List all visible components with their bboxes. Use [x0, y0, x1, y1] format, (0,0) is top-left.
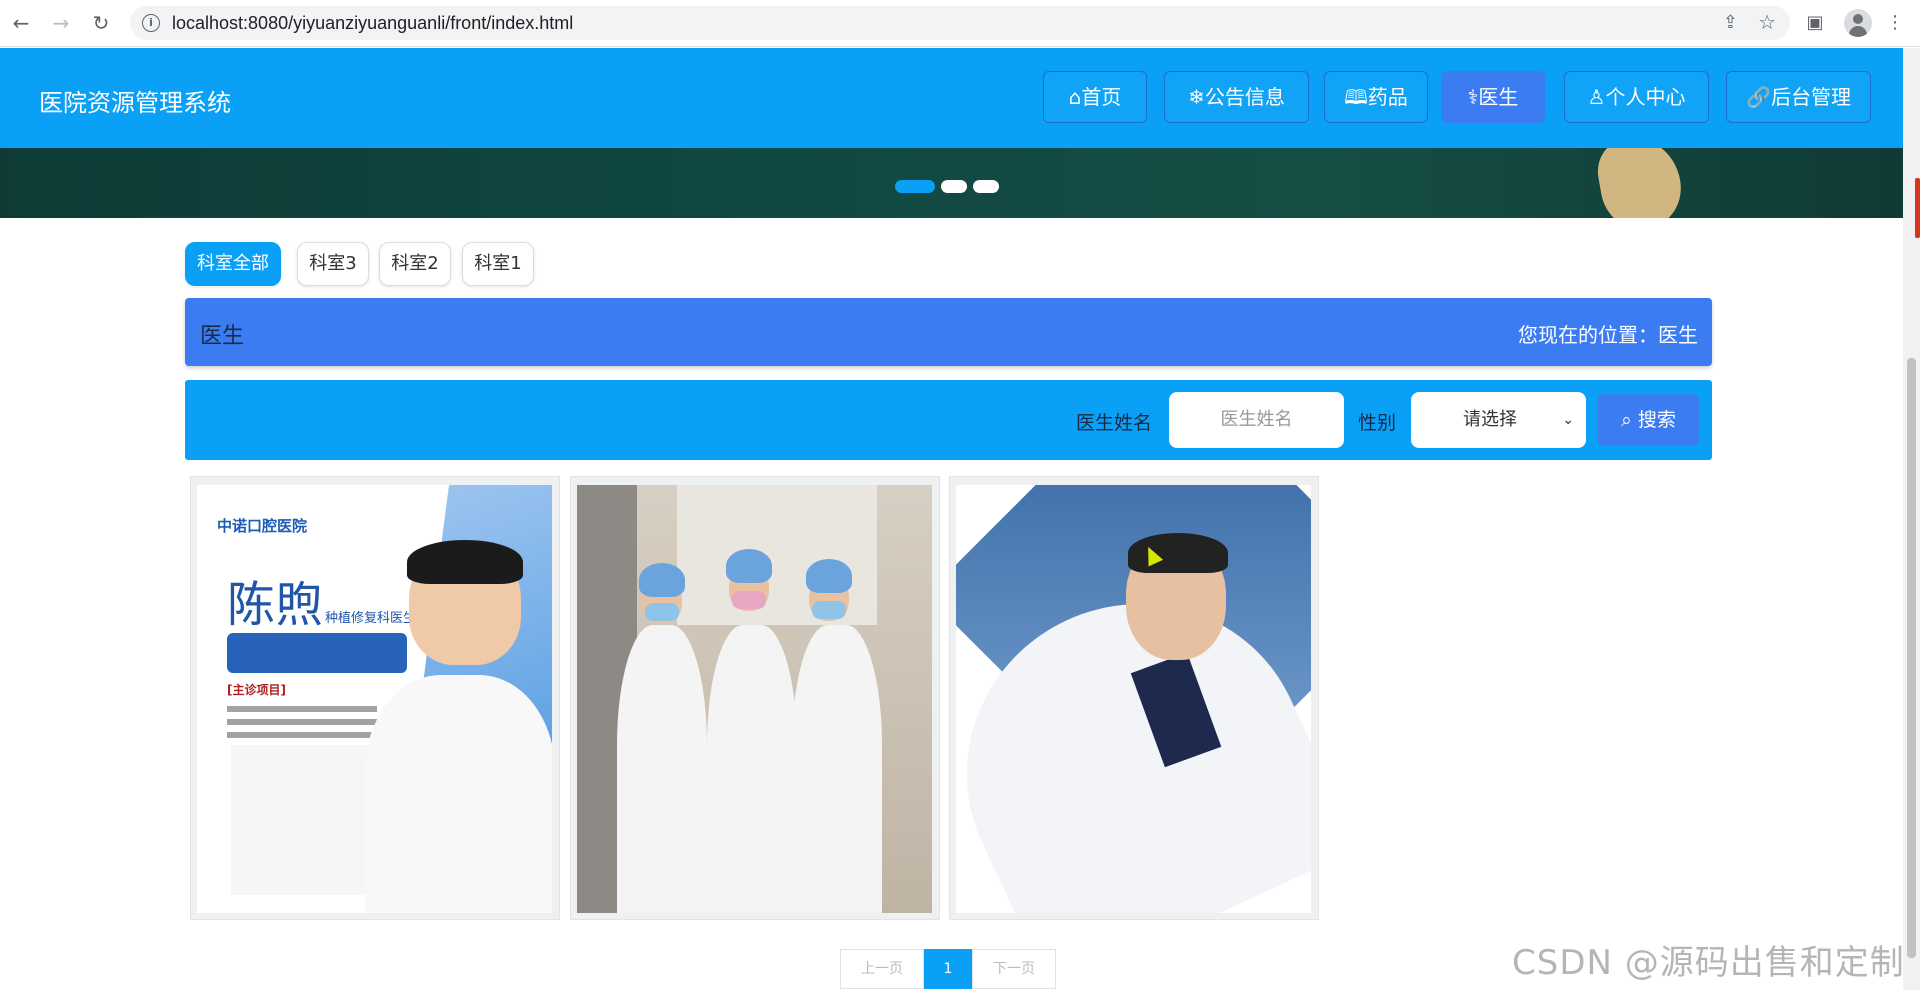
browser-toolbar: ← → ↻ i localhost:8080/yiyuanziyuanguanl…	[0, 0, 1920, 47]
nav-label: 医生	[1478, 85, 1519, 109]
nav-home[interactable]: ⌂首页	[1043, 71, 1147, 123]
search-icon: ⌕	[1621, 409, 1632, 431]
sidepanel-icon[interactable]: ▣	[1802, 10, 1828, 36]
filter-department-2[interactable]: 科室2	[379, 242, 451, 286]
doctor-card[interactable]	[570, 476, 940, 920]
nav-doctors[interactable]: ⚕医生	[1441, 71, 1545, 123]
nav-medicine[interactable]: 🕮药品	[1324, 71, 1428, 123]
search-bar: 医生姓名 医生姓名 性别 请选择 ⌄ ⌕ 搜索	[185, 380, 1712, 460]
nav-announcements[interactable]: ❄公告信息	[1164, 71, 1309, 123]
nav-admin[interactable]: 🔗后台管理	[1726, 71, 1871, 123]
filter-department-1[interactable]: 科室1	[462, 242, 534, 286]
filter-all-departments[interactable]: 科室全部	[185, 242, 281, 286]
breadcrumb: 您现在的位置：医生	[1518, 323, 1698, 347]
site-info-icon[interactable]: i	[142, 14, 160, 32]
nav-label: 公告信息	[1204, 85, 1285, 109]
carousel-dot-3[interactable]	[973, 180, 999, 193]
carousel-indicators	[895, 178, 1005, 193]
banner-decoration	[1592, 148, 1688, 218]
gender-select[interactable]: 请选择 ⌄	[1411, 392, 1586, 448]
carousel-dot-2[interactable]	[941, 180, 967, 193]
doctor-card[interactable]: 中诺口腔医院 陈煦 种植修复科医生 [主诊项目]	[190, 476, 560, 920]
gender-select-value: 请选择	[1463, 409, 1517, 430]
poster-doctor-role: 种植修复科医生	[325, 611, 417, 626]
hospital-logo: 中诺口腔医院	[217, 517, 308, 535]
search-button-label: 搜索	[1637, 409, 1676, 431]
doctor-name-label: 医生姓名	[1076, 412, 1153, 434]
carousel-dot-1[interactable]	[895, 180, 935, 193]
search-button[interactable]: ⌕ 搜索	[1598, 394, 1699, 446]
bookmark-star-icon[interactable]: ☆	[1758, 10, 1776, 34]
nav-label: 后台管理	[1770, 85, 1851, 109]
user-icon: ♙	[1587, 85, 1606, 109]
poster-doctor-name: 陈煦	[227, 577, 324, 633]
scrollbar-thumb[interactable]	[1907, 358, 1916, 958]
prev-page-button[interactable]: 上一页	[840, 949, 924, 989]
carousel-banner	[0, 148, 1903, 218]
reload-icon[interactable]: ↻	[88, 10, 114, 36]
nav-personal-center[interactable]: ♙个人中心	[1564, 71, 1709, 123]
site-title: 医院资源管理系统	[39, 89, 231, 117]
section-title: 医生	[200, 324, 245, 349]
forward-arrow-icon[interactable]: →	[48, 10, 74, 36]
profile-avatar-icon[interactable]	[1844, 9, 1872, 37]
snowflake-icon: ❄	[1188, 85, 1205, 109]
nav-label: 药品	[1367, 85, 1408, 109]
page-1-button[interactable]: 1	[924, 949, 972, 989]
doctor-name-input[interactable]: 医生姓名	[1169, 392, 1344, 448]
site-header: 医院资源管理系统 ⌂首页 ❄公告信息 🕮药品 ⚕医生 ♙个人中心 🔗后台管理	[0, 48, 1903, 148]
doctor-photo: 中诺口腔医院 陈煦 种植修复科医生 [主诊项目]	[197, 485, 552, 913]
link-icon: 🔗	[1746, 85, 1771, 109]
poster-section-title: [主诊项目]	[227, 683, 286, 697]
back-arrow-icon[interactable]: ←	[8, 10, 34, 36]
book-icon: 🕮	[1344, 85, 1368, 109]
doctor-card[interactable]	[949, 476, 1319, 920]
watermark: CSDN @源码出售和定制	[1512, 943, 1905, 983]
address-bar[interactable]: i localhost:8080/yiyuanziyuanguanli/fron…	[130, 6, 1790, 40]
nav-label: 首页	[1081, 85, 1122, 109]
doctor-photo	[577, 485, 932, 913]
doctor-photo	[956, 485, 1311, 913]
share-icon[interactable]: ⇪	[1723, 12, 1738, 33]
page-scrollbar[interactable]	[1903, 48, 1920, 990]
menu-dots-icon[interactable]: ⋮	[1882, 10, 1908, 36]
nav-label: 个人中心	[1605, 85, 1686, 109]
chevron-down-icon: ⌄	[1562, 412, 1574, 428]
section-titlebar: 医生 您现在的位置：医生	[185, 298, 1712, 366]
filter-department-3[interactable]: 科室3	[297, 242, 369, 286]
home-icon: ⌂	[1068, 85, 1082, 109]
doctor-icon: ⚕	[1467, 85, 1479, 109]
next-page-button[interactable]: 下一页	[972, 949, 1056, 989]
gender-label: 性别	[1358, 412, 1397, 434]
url-text: localhost:8080/yiyuanziyuanguanli/front/…	[172, 13, 574, 33]
